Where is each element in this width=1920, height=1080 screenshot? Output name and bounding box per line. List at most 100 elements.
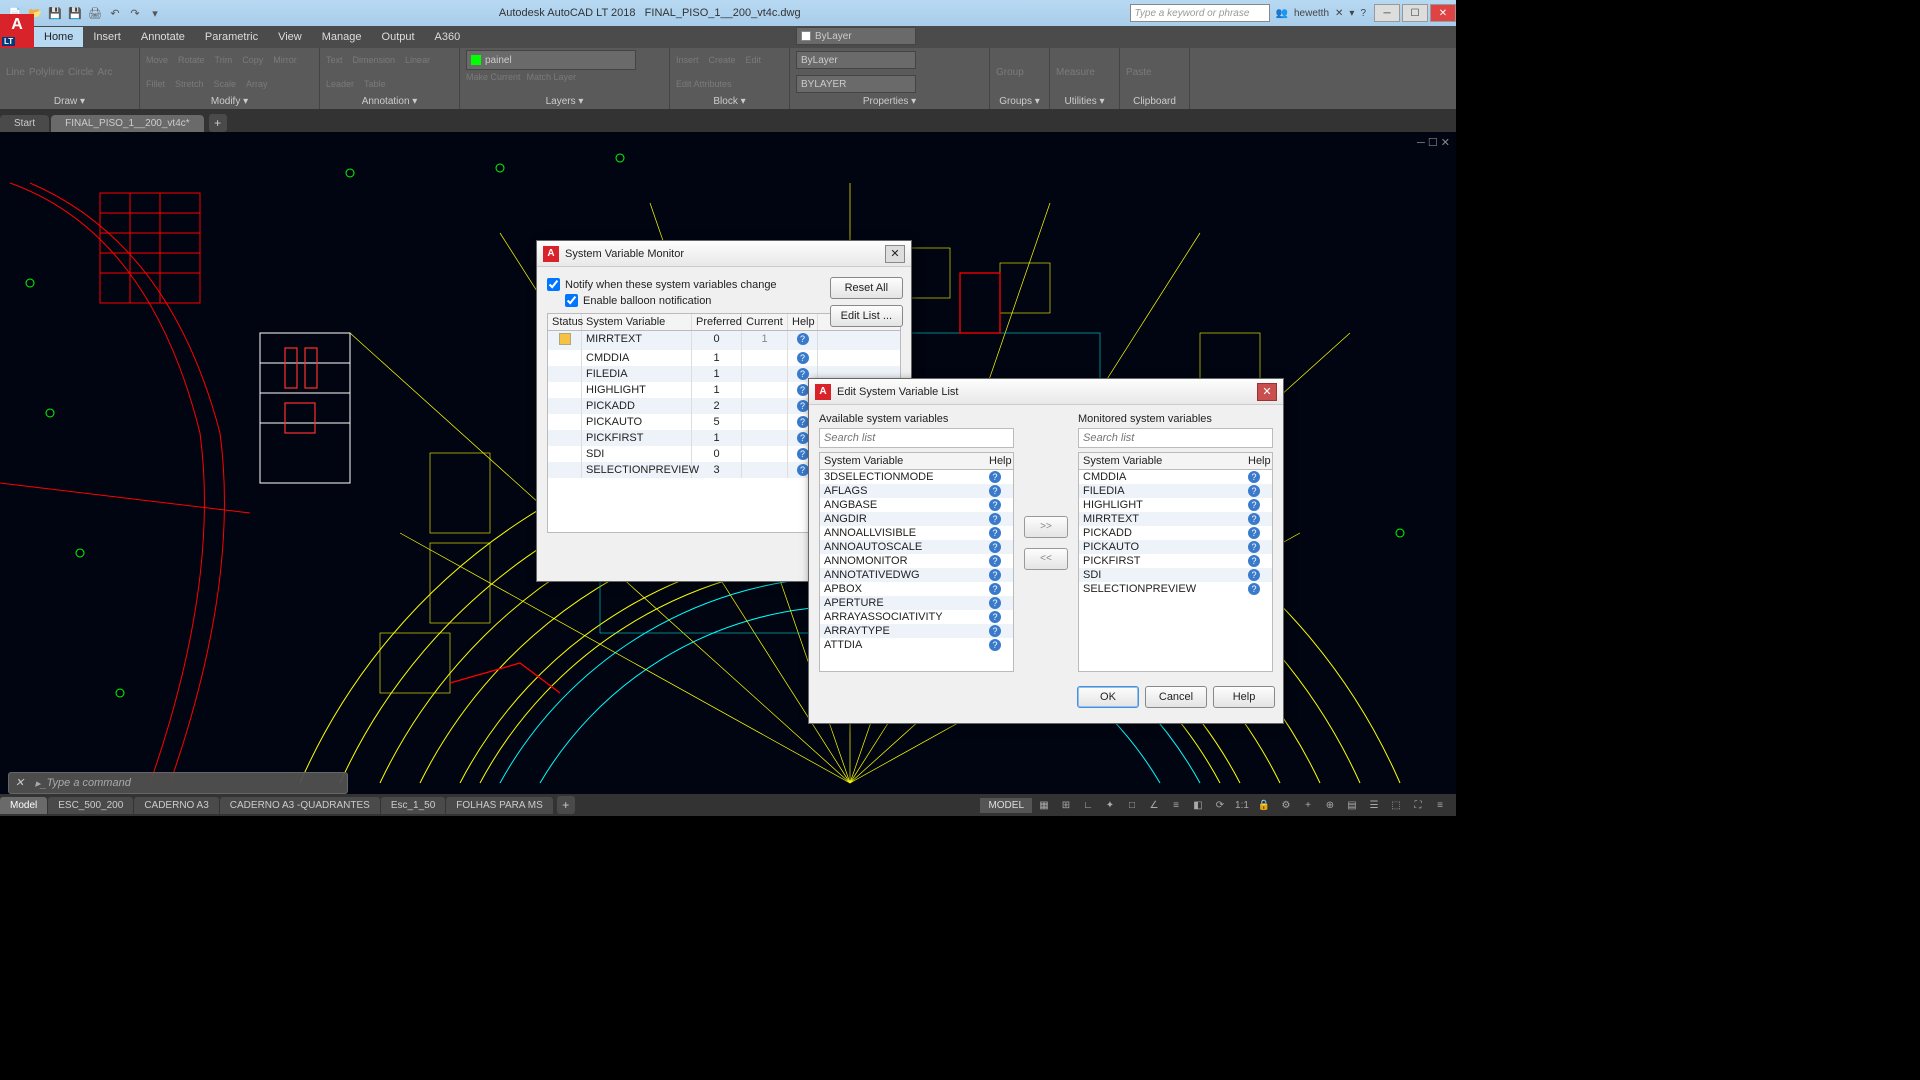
minimize-button[interactable]: ─ bbox=[1374, 4, 1400, 22]
signin-icon[interactable]: 👥 bbox=[1276, 8, 1288, 19]
command-close-icon[interactable]: ✕ bbox=[15, 776, 29, 790]
block-create[interactable]: Create bbox=[709, 55, 736, 65]
layouttab-esc-1-50[interactable]: Esc_1_50 bbox=[381, 797, 445, 814]
anno-linear[interactable]: Linear bbox=[405, 55, 430, 65]
panel-layers-label[interactable]: Layers ▾ bbox=[466, 94, 663, 107]
help-icon[interactable]: ? bbox=[1248, 513, 1260, 525]
match-layer-button[interactable]: Match Layer bbox=[527, 72, 577, 82]
block-insert[interactable]: Insert bbox=[676, 55, 699, 65]
mon-col-var[interactable]: System Variable bbox=[1079, 453, 1244, 469]
help-icon[interactable]: ? bbox=[1248, 541, 1260, 553]
mon-col-help[interactable]: Help bbox=[1244, 453, 1272, 469]
user-name[interactable]: hewetth bbox=[1294, 8, 1329, 19]
menu-manage[interactable]: Manage bbox=[312, 27, 372, 47]
help-icon[interactable]: ? bbox=[797, 333, 809, 345]
menu-home[interactable]: Home bbox=[34, 27, 83, 47]
help-icon[interactable]: ? bbox=[797, 352, 809, 364]
hardware-icon[interactable]: ⬚ bbox=[1386, 796, 1406, 814]
command-line[interactable]: ✕ ▸_ Type a command bbox=[8, 772, 348, 794]
help-icon[interactable]: ? bbox=[1248, 569, 1260, 581]
modify-trim[interactable]: Trim bbox=[215, 55, 233, 65]
list-item[interactable]: MIRRTEXT? bbox=[1079, 512, 1272, 526]
help-icon[interactable]: ? bbox=[989, 527, 1001, 539]
help-icon[interactable]: ? bbox=[797, 400, 809, 412]
menu-output[interactable]: Output bbox=[372, 27, 425, 47]
modify-rotate[interactable]: Rotate bbox=[178, 55, 205, 65]
osnap-icon[interactable]: □ bbox=[1122, 796, 1142, 814]
app-menu-button[interactable]: ALT bbox=[0, 14, 34, 48]
units-icon[interactable]: ⊕ bbox=[1320, 796, 1340, 814]
arc-tool[interactable]: Arc bbox=[98, 67, 113, 78]
new-tab-button[interactable]: + bbox=[209, 114, 227, 132]
edit-list-button[interactable]: Edit List ... bbox=[830, 305, 903, 327]
group-button[interactable]: Group bbox=[996, 50, 1043, 94]
cleanscreen-icon[interactable]: ⛶ bbox=[1408, 796, 1428, 814]
remove-button[interactable]: << bbox=[1024, 548, 1068, 570]
menu-insert[interactable]: Insert bbox=[83, 27, 131, 47]
col-preferred[interactable]: Preferred bbox=[692, 314, 742, 330]
list-item[interactable]: 3DSELECTIONMODE? bbox=[820, 470, 1013, 484]
grid-icon[interactable]: ▦ bbox=[1034, 796, 1054, 814]
avail-col-var[interactable]: System Variable bbox=[820, 453, 985, 469]
help-icon[interactable]: ? bbox=[989, 541, 1001, 553]
modify-array[interactable]: Array bbox=[246, 79, 268, 89]
monitored-search-input[interactable] bbox=[1078, 428, 1273, 448]
anno-text[interactable]: Text bbox=[326, 55, 343, 65]
help-icon[interactable]: ? bbox=[797, 432, 809, 444]
list-item[interactable]: ANNOALLVISIBLE? bbox=[820, 526, 1013, 540]
add-button[interactable]: >> bbox=[1024, 516, 1068, 538]
help-icon[interactable]: ? bbox=[989, 597, 1001, 609]
menu-a360[interactable]: A360 bbox=[425, 27, 471, 47]
avail-col-help[interactable]: Help bbox=[985, 453, 1013, 469]
measure-button[interactable]: Measure bbox=[1056, 50, 1113, 94]
help-icon[interactable]: ? bbox=[989, 555, 1001, 567]
linetype-dropdown[interactable]: BYLAYER bbox=[796, 75, 916, 93]
help-icon[interactable]: ? bbox=[1248, 499, 1260, 511]
col-status[interactable]: Status bbox=[548, 314, 582, 330]
list-item[interactable]: ARRAYASSOCIATIVITY? bbox=[820, 610, 1013, 624]
annoscale-icon[interactable]: 🔒 bbox=[1254, 796, 1274, 814]
list-item[interactable]: SELECTIONPREVIEW? bbox=[1079, 582, 1272, 596]
layouttab-model[interactable]: Model bbox=[0, 797, 47, 814]
list-item[interactable]: ATTDIA? bbox=[820, 638, 1013, 652]
col-variable[interactable]: System Variable bbox=[582, 314, 692, 330]
dialog-titlebar[interactable]: A System Variable Monitor ✕ bbox=[537, 241, 911, 267]
cancel-button[interactable]: Cancel bbox=[1145, 686, 1207, 708]
reset-all-button[interactable]: Reset All bbox=[830, 277, 903, 299]
modify-scale[interactable]: Scale bbox=[214, 79, 237, 89]
help-icon[interactable]: ? bbox=[797, 368, 809, 380]
exchange-icon[interactable]: ✕ bbox=[1335, 8, 1343, 19]
list-item[interactable]: ANNOTATIVEDWG? bbox=[820, 568, 1013, 582]
line-tool[interactable]: Line bbox=[6, 67, 25, 78]
help-button[interactable]: Help bbox=[1213, 686, 1275, 708]
help-icon[interactable]: ? bbox=[1248, 583, 1260, 595]
help-icon[interactable]: ? bbox=[1248, 485, 1260, 497]
anno-leader[interactable]: Leader bbox=[326, 79, 354, 89]
list-item[interactable]: ARRAYTYPE? bbox=[820, 624, 1013, 638]
dialog2-titlebar[interactable]: A Edit System Variable List ✕ bbox=[809, 379, 1283, 405]
anno-table[interactable]: Table bbox=[364, 79, 386, 89]
help-dropdown-icon[interactable]: ▾ bbox=[1349, 8, 1354, 19]
paste-button[interactable]: Paste bbox=[1126, 50, 1183, 94]
help-icon[interactable]: ? bbox=[1360, 8, 1366, 19]
ortho-icon[interactable]: ∟ bbox=[1078, 796, 1098, 814]
qat-undo-icon[interactable]: ↶ bbox=[106, 4, 124, 22]
list-item[interactable]: ANGBASE? bbox=[820, 498, 1013, 512]
color-dropdown[interactable]: ByLayer bbox=[796, 27, 916, 45]
list-item[interactable]: APBOX? bbox=[820, 582, 1013, 596]
help-icon[interactable]: ? bbox=[989, 499, 1001, 511]
qat-redo-icon[interactable]: ↷ bbox=[126, 4, 144, 22]
ok-button[interactable]: OK bbox=[1077, 686, 1139, 708]
anno-dimension[interactable]: Dimension bbox=[353, 55, 396, 65]
panel-groups-label[interactable]: Groups ▾ bbox=[996, 94, 1043, 107]
maximize-button[interactable]: ☐ bbox=[1402, 4, 1428, 22]
panel-properties-label[interactable]: Properties ▾ bbox=[796, 94, 983, 107]
help-icon[interactable]: ? bbox=[797, 464, 809, 476]
table-row[interactable]: MIRRTEXT01? bbox=[548, 331, 900, 350]
help-icon[interactable]: ? bbox=[989, 611, 1001, 623]
help-icon[interactable]: ? bbox=[989, 485, 1001, 497]
notify-checkbox-input[interactable] bbox=[547, 278, 560, 291]
layer-dropdown[interactable]: painel bbox=[466, 50, 636, 70]
add-layout-button[interactable]: + bbox=[557, 796, 575, 814]
list-item[interactable]: ANGDIR? bbox=[820, 512, 1013, 526]
